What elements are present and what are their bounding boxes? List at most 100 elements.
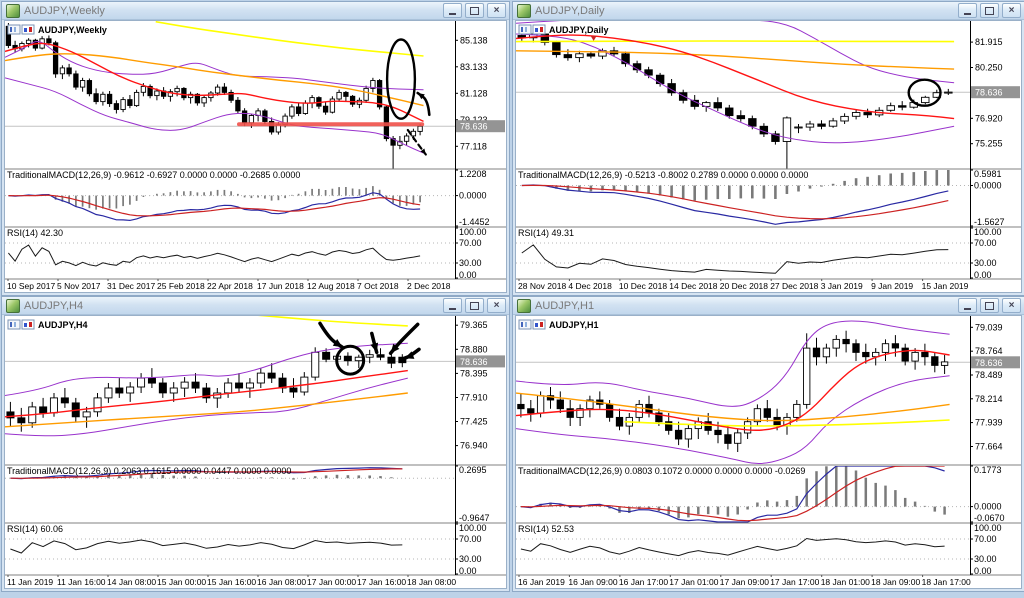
price-scale[interactable]: 85.13883.13381.12879.12377.11878.6361.22… xyxy=(455,35,505,280)
close-button[interactable]: × xyxy=(1002,298,1021,313)
rsi-label: RSI(14) 60.06 xyxy=(7,524,63,534)
minimize-button[interactable] xyxy=(958,298,977,313)
moving-averages xyxy=(516,21,954,143)
svg-text:2 Dec 2018: 2 Dec 2018 xyxy=(407,281,451,291)
window-controls: × xyxy=(443,3,506,18)
candles-icon[interactable] xyxy=(22,25,34,34)
candles-icon[interactable] xyxy=(22,320,34,329)
time-axis[interactable]: 16 Jan 201916 Jan 09:0016 Jan 17:0017 Ja… xyxy=(518,575,971,587)
rsi-panel[interactable]: RSI(14) 52.53 xyxy=(516,524,970,559)
svg-text:16 Jan 2019: 16 Jan 2019 xyxy=(518,577,565,587)
svg-text:0.00: 0.00 xyxy=(974,270,992,280)
svg-text:70.00: 70.00 xyxy=(459,238,482,248)
chart-type-icon[interactable] xyxy=(519,320,531,329)
price-scale[interactable]: 79.03978.76478.48978.21477.93977.66478.6… xyxy=(970,322,1020,576)
rsi-panel[interactable]: RSI(14) 42.30 xyxy=(5,228,455,266)
svg-text:17 Jun 2018: 17 Jun 2018 xyxy=(257,281,304,291)
maximize-button[interactable] xyxy=(465,298,484,313)
main-panel[interactable]: AUDJPY,H1 xyxy=(516,320,970,464)
macd-panel[interactable]: TraditionalMACD(12,26,9) 0.0803 0.1072 0… xyxy=(516,466,970,522)
window-titlebar[interactable]: AUDJPY,Weekly × xyxy=(2,2,509,20)
time-axis[interactable]: 11 Jan 201911 Jan 16:0014 Jan 08:0015 Ja… xyxy=(7,575,456,587)
macd-panel[interactable]: TraditionalMACD(12,26,9) -0.9612 -0.6927… xyxy=(5,170,455,220)
candles-icon[interactable] xyxy=(533,25,545,34)
minimize-button[interactable] xyxy=(443,298,462,313)
main-panel[interactable]: AUDJPY,H4 xyxy=(5,316,455,436)
macd-panel[interactable]: TraditionalMACD(12,26,9) -0.5213 -0.8002… xyxy=(516,170,970,224)
maximize-button[interactable] xyxy=(980,298,999,313)
maximize-icon xyxy=(985,302,994,310)
chart-area[interactable]: AUDJPY,H4 TraditionalMACD(12,26,9) 0.2063… xyxy=(4,315,507,589)
price-scale[interactable]: 79.36578.88078.39577.91077.42576.94078.6… xyxy=(455,320,505,576)
candles-icon[interactable] xyxy=(533,320,545,329)
svg-text:0.0000: 0.0000 xyxy=(974,502,1002,512)
close-button[interactable]: × xyxy=(1002,3,1021,18)
chart-canvas[interactable]: AUDJPY,H4 TraditionalMACD(12,26,9) 0.2063… xyxy=(5,316,506,588)
yellow-ma xyxy=(516,41,954,42)
svg-text:78.489: 78.489 xyxy=(975,370,1003,380)
svg-text:78.764: 78.764 xyxy=(975,346,1003,356)
window-titlebar[interactable]: AUDJPY,H4 × xyxy=(2,297,509,315)
svg-text:11 Jan 16:00: 11 Jan 16:00 xyxy=(57,577,106,587)
svg-text:83.133: 83.133 xyxy=(460,62,488,72)
svg-text:4 Dec 2018: 4 Dec 2018 xyxy=(568,281,612,291)
chart-area[interactable]: AUDJPY,H1 TraditionalMACD(12,26,9) 0.0803… xyxy=(515,315,1022,589)
band-lower xyxy=(516,376,950,464)
svg-text:70.00: 70.00 xyxy=(974,534,997,544)
rsi-panel[interactable]: RSI(14) 49.31 xyxy=(516,228,970,273)
close-icon: × xyxy=(1009,6,1015,16)
svg-text:15 Jan 00:00: 15 Jan 00:00 xyxy=(157,577,206,587)
price-tag-value: 78.636 xyxy=(460,122,488,132)
price-tag-value: 78.636 xyxy=(975,358,1003,368)
price-scale[interactable]: 81.91580.25076.92075.25578.6360.59810.00… xyxy=(970,37,1020,280)
svg-text:79.039: 79.039 xyxy=(975,322,1003,332)
moving-averages xyxy=(5,316,408,436)
svg-text:78.214: 78.214 xyxy=(975,394,1003,404)
chart-type-icon[interactable] xyxy=(519,25,531,34)
window-titlebar[interactable]: AUDJPY,Daily × xyxy=(513,2,1024,20)
chart-area[interactable]: AUDJPY,WeeklyTraditionalMACD(12,26,9) -0… xyxy=(4,20,507,293)
time-axis[interactable]: 28 Nov 20184 Dec 201810 Dec 201814 Dec 2… xyxy=(518,279,969,291)
svg-text:-0.0670: -0.0670 xyxy=(974,513,1005,523)
window-controls: × xyxy=(443,298,506,313)
chart-type-icon[interactable] xyxy=(8,25,20,34)
chart-canvas[interactable]: AUDJPY,WeeklyTraditionalMACD(12,26,9) -0… xyxy=(5,21,506,292)
close-icon: × xyxy=(494,301,500,311)
chart-window-weekly: AUDJPY,Weekly × AUDJPY,WeeklyTraditional… xyxy=(1,1,510,296)
rsi-panel[interactable]: RSI(14) 60.06 xyxy=(5,524,455,559)
minimize-button[interactable] xyxy=(958,3,977,18)
svg-text:30.00: 30.00 xyxy=(974,554,997,564)
maximize-button[interactable] xyxy=(465,3,484,18)
svg-text:100.00: 100.00 xyxy=(974,523,1002,533)
svg-text:77.118: 77.118 xyxy=(460,141,487,151)
chart-canvas[interactable]: AUDJPY,H1 TraditionalMACD(12,26,9) 0.0803… xyxy=(516,316,1021,588)
main-panel[interactable]: AUDJPY,Weekly xyxy=(5,22,455,209)
red-ma xyxy=(5,43,424,121)
minimize-button[interactable] xyxy=(443,3,462,18)
time-axis[interactable]: 10 Sep 20175 Nov 201731 Dec 201725 Feb 2… xyxy=(7,279,451,291)
chart-type-icon[interactable] xyxy=(8,320,20,329)
svg-text:17 Jan 09:00: 17 Jan 09:00 xyxy=(720,577,769,587)
svg-text:0.00: 0.00 xyxy=(459,270,477,280)
window-title: AUDJPY,Weekly xyxy=(24,5,105,17)
macd-label: TraditionalMACD(12,26,9) 0.2063 0.1615 0… xyxy=(7,466,291,476)
chart-canvas[interactable]: AUDJPY,DailyTraditionalMACD(12,26,9) -0.… xyxy=(516,21,1021,292)
chart-area[interactable]: AUDJPY,DailyTraditionalMACD(12,26,9) -0.… xyxy=(515,20,1022,293)
svg-text:17 Jan 16:00: 17 Jan 16:00 xyxy=(357,577,406,587)
window-titlebar[interactable]: AUDJPY,H1 × xyxy=(513,297,1024,315)
svg-text:100.00: 100.00 xyxy=(974,227,1002,237)
candles xyxy=(518,331,948,452)
macd-label: TraditionalMACD(12,26,9) 0.0803 0.1072 0… xyxy=(518,466,805,476)
svg-text:7 Oct 2018: 7 Oct 2018 xyxy=(357,281,399,291)
macd-panel[interactable]: TraditionalMACD(12,26,9) 0.2063 0.1615 0… xyxy=(5,466,455,480)
svg-text:20 Dec 2018: 20 Dec 2018 xyxy=(720,281,768,291)
close-button[interactable]: × xyxy=(487,298,506,313)
maximize-button[interactable] xyxy=(980,3,999,18)
svg-text:77.910: 77.910 xyxy=(460,393,488,403)
close-button[interactable]: × xyxy=(487,3,506,18)
band-upper xyxy=(5,41,424,89)
chart-file-icon xyxy=(6,299,20,313)
svg-text:0.00: 0.00 xyxy=(974,566,992,576)
svg-text:-1.4452: -1.4452 xyxy=(459,217,490,227)
chart-file-icon xyxy=(517,299,531,313)
